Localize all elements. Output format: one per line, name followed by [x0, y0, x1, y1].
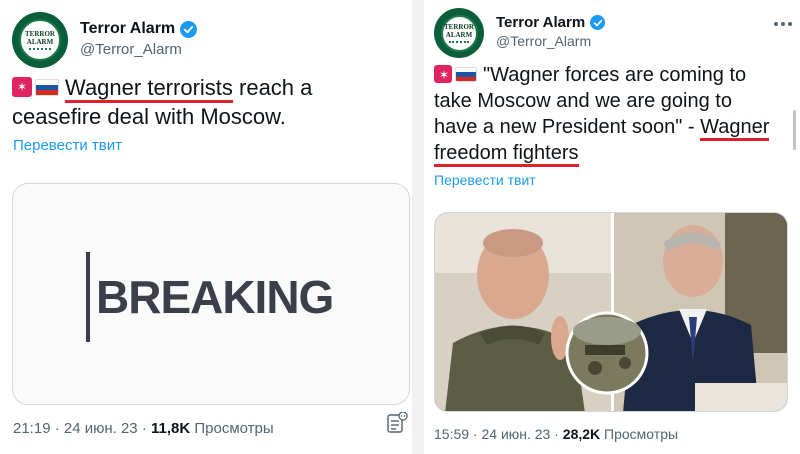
author-name-row[interactable]: Terror Alarm — [496, 14, 606, 31]
views-count: 28,2K — [562, 426, 601, 442]
author-handle[interactable]: @Terror_Alarm — [496, 33, 591, 49]
verified-badge-icon — [180, 20, 198, 38]
tweet-timestamp[interactable]: 21:19 · 24 июн. 23 · — [13, 420, 151, 437]
avatar-decoration — [28, 48, 52, 50]
tweet-left: TERROR ALARM Terror Alarm @Terror_Alarm … — [0, 0, 412, 454]
underlined-phrase: Wagner — [700, 116, 770, 141]
verified-badge-icon — [590, 15, 606, 30]
views-count: 11,8K — [150, 420, 191, 437]
translate-link[interactable]: Перевести твит — [13, 137, 122, 154]
russia-flag-icon — [35, 79, 59, 96]
author-name[interactable]: Terror Alarm — [80, 20, 175, 38]
tweet-text-line-3: have a new President soon" - — [434, 116, 701, 138]
author-name-row[interactable]: Terror Alarm — [80, 20, 198, 38]
tweet-timestamp[interactable]: 15:59 · 24 июн. 23 · — [434, 426, 563, 442]
tweet-text-line-1: "Wagner forces are coming to — [483, 64, 747, 86]
breaking-bar — [86, 252, 90, 342]
more-icon[interactable] — [774, 22, 794, 27]
author-name[interactable]: Terror Alarm — [496, 14, 585, 31]
screenshot-divider — [412, 0, 424, 454]
media-card[interactable]: BREAKING — [12, 183, 410, 405]
avatar-decoration — [449, 41, 469, 43]
tweet-text: Wagner terrorists reach a ceasefire deal… — [12, 73, 407, 131]
russia-flag-icon — [455, 67, 477, 82]
analytics-icon[interactable] — [386, 411, 408, 439]
police-light-icon — [12, 77, 32, 97]
news-photo — [435, 213, 787, 411]
tweet-text-line-2: ceasefire deal with Moscow. — [12, 104, 286, 129]
breaking-text: BREAKING — [96, 271, 334, 323]
avatar[interactable]: TERROR ALARM — [434, 8, 484, 58]
tweet-text-line-2: take Moscow and we are going to — [434, 90, 732, 112]
tweet-meta: 15:59 · 24 июн. 23 · 28,2K Просмотры — [434, 426, 678, 442]
avatar-text-top: TERROR — [25, 30, 55, 38]
views-label: Просмотры — [190, 420, 274, 437]
tweet-right: TERROR ALARM Terror Alarm @Terror_Alarm … — [424, 0, 800, 454]
media-card[interactable] — [434, 212, 788, 412]
underlined-phrase: Wagner terrorists — [65, 75, 233, 103]
author-handle[interactable]: @Terror_Alarm — [80, 41, 182, 58]
avatar-text-top: TERROR — [444, 23, 474, 31]
avatar-text-bottom: ALARM — [26, 38, 54, 46]
tweet-text-part: reach a — [232, 75, 313, 100]
avatar-logo: TERROR ALARM — [19, 19, 61, 61]
views-label: Просмотры — [600, 426, 679, 442]
translate-link[interactable]: Перевести твит — [434, 172, 536, 188]
tweet-text: "Wagner forces are coming to take Moscow… — [434, 62, 794, 167]
underlined-phrase-2: freedom fighters — [434, 142, 579, 167]
avatar-logo: TERROR ALARM — [440, 14, 478, 52]
avatar[interactable]: TERROR ALARM — [12, 12, 68, 68]
avatar-text-bottom: ALARM — [445, 31, 473, 39]
scrollbar[interactable] — [793, 110, 796, 150]
tweet-meta: 21:19 · 24 июн. 23 · 11,8K Просмотры — [13, 420, 274, 437]
police-light-icon — [434, 65, 454, 85]
